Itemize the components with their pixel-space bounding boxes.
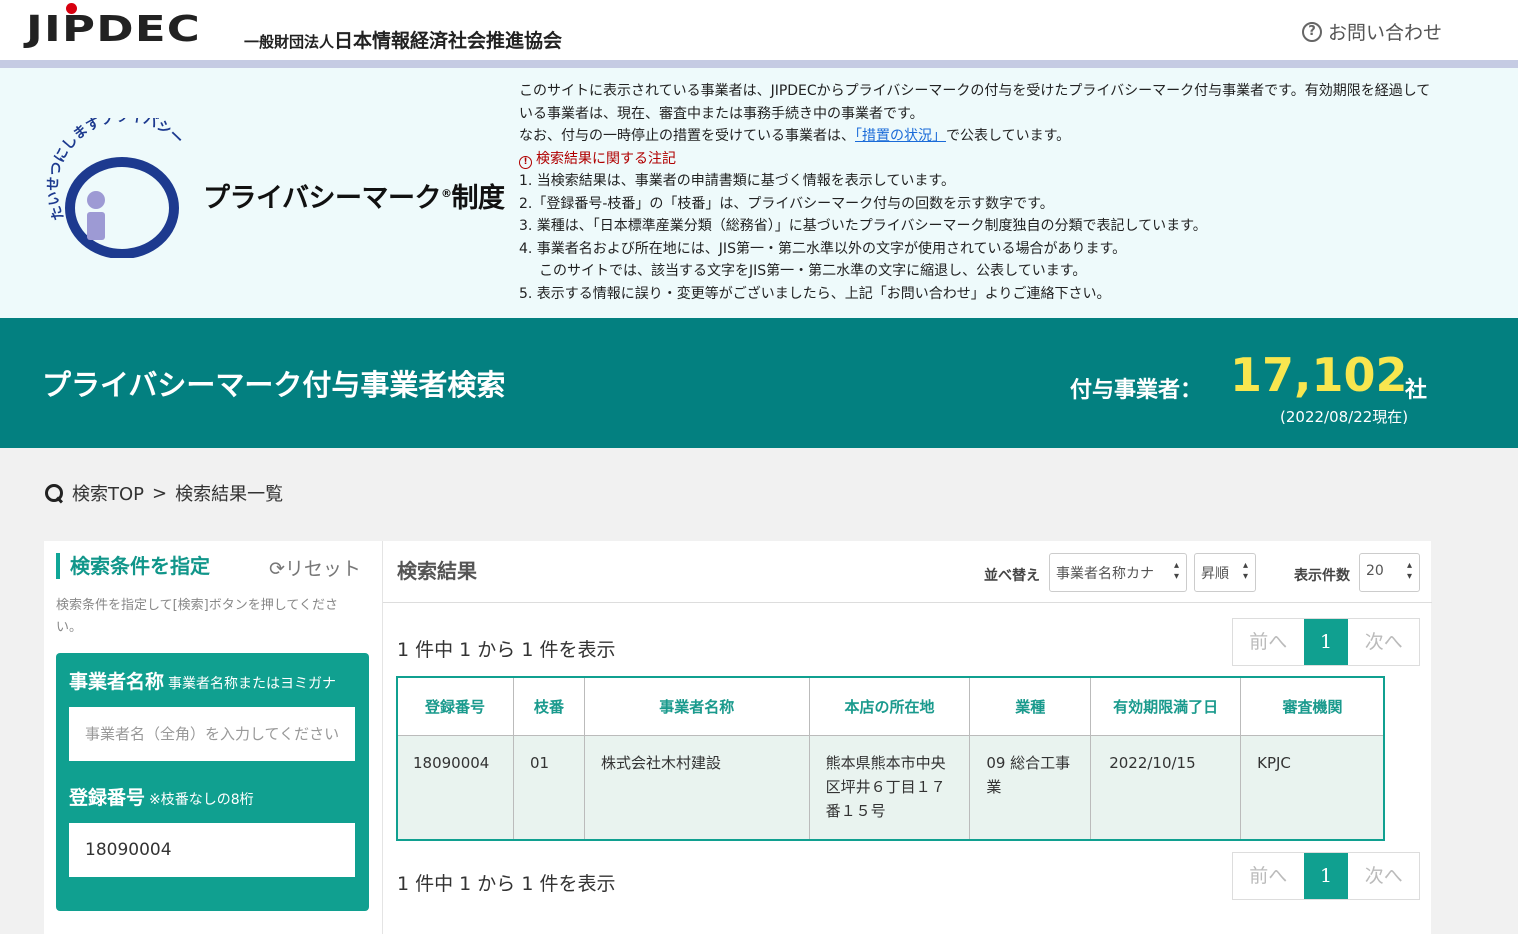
breadcrumb-separator: > (152, 482, 168, 504)
conditions-title: 検索条件を指定 (56, 553, 210, 579)
company-name-sublabel: 事業者名称またはヨミガナ (168, 676, 337, 692)
per-page-select[interactable]: 20 (1359, 553, 1420, 592)
contact-label: お問い合わせ (1328, 22, 1443, 44)
per-page-label: 表示件数 (1294, 568, 1350, 584)
registered-mark: ® (440, 187, 452, 200)
conditions-hint: 検索条件を指定して[検索]ボタンを押してください。 (56, 598, 338, 635)
current-page-button[interactable]: 1 (1303, 853, 1349, 899)
cell-branch: 01 (512, 735, 585, 840)
regno-input[interactable] (69, 823, 355, 877)
org-full-name: 日本情報経済社会推進協会 (334, 30, 563, 52)
breadcrumb-top[interactable]: 検索TOP (72, 480, 144, 506)
col-name: 事業者名称 (583, 676, 810, 736)
table-header-row: 登録番号 枝番 事業者名称 本店の所在地 業種 有効期限満了日 審査機関 (396, 676, 1385, 736)
notice-text: このサイトに表示されている事業者は、JIPDECからプライバシーマークの付与を受… (519, 80, 1439, 305)
notice-warning: ! 検索結果に関する注記 (519, 148, 1439, 171)
results-header: 検索結果 並べ替え 事業者名称カナ 昇順 表示件数 20 (383, 541, 1432, 603)
results-panel: 検索結果 並べ替え 事業者名称カナ 昇順 表示件数 20 1 件中 1 から 1… (382, 541, 1432, 934)
next-page-button[interactable]: 次へ (1348, 619, 1419, 665)
contact-link[interactable]: ? お問い合わせ (1302, 18, 1442, 45)
results-table: 登録番号 枝番 事業者名称 本店の所在地 業種 有効期限満了日 審査機関 180… (396, 676, 1385, 840)
col-industry: 業種 (969, 676, 1092, 736)
search-icon (44, 483, 64, 503)
regno-label: 登録番号 ※枝番なしの8桁 (69, 783, 254, 810)
current-page-button[interactable]: 1 (1303, 619, 1349, 665)
notice-item-4-cont: このサイトでは、該当する文字をJIS第一・第二水準の文字に縮退し、公表しています… (539, 263, 1087, 279)
company-name-label-text: 事業者名称 (69, 671, 165, 693)
notice-item-2: 2.「登録番号-枝番」の「枝番」は、プライバシーマーク付与の回数を示す数字です。 (519, 195, 1054, 212)
results-summary-bottom: 1 件中 1 から 1 件を表示 (397, 873, 616, 895)
results-summary-top: 1 件中 1 から 1 件を表示 (397, 639, 616, 661)
cell-regno: 18090004 (396, 735, 514, 840)
privacy-mark-logo: たいせつにしますプライバシー (45, 118, 186, 258)
breadcrumb-current: 検索結果一覧 (175, 484, 284, 505)
logo-red-dot (66, 3, 77, 14)
col-branch: 枝番 (512, 676, 585, 736)
prev-page-button[interactable]: 前へ (1233, 619, 1304, 665)
notice-line-2-pre: なお、付与の一時停止の措置を受けている事業者は、 (519, 128, 855, 144)
warning-heading: 検索結果に関する注記 (536, 150, 676, 167)
cell-name[interactable]: 株式会社木村建設 (583, 735, 810, 840)
org-name: 一般財団法人日本情報経済社会推進協会 (244, 26, 562, 53)
cell-expiry: 2022/10/15 (1090, 735, 1242, 840)
table-row: 18090004 01 株式会社木村建設 熊本県熊本市中央区坪井６丁目１７番１５… (396, 735, 1385, 840)
cell-agency: KPJC (1240, 735, 1385, 840)
count-as-of: (2022/08/22現在) (1280, 408, 1409, 426)
cell-address: 熊本県熊本市中央区坪井６丁目１７番１５号 (808, 735, 971, 840)
company-name-input[interactable] (69, 707, 355, 761)
col-agency: 審査機関 (1240, 676, 1385, 736)
next-page-button[interactable]: 次へ (1348, 853, 1419, 899)
col-address: 本店の所在地 (808, 676, 971, 736)
sort-select[interactable]: 事業者名称カナ (1049, 553, 1187, 592)
notice-line-2-post: で公表しています。 (946, 128, 1071, 144)
org-prefix: 一般財団法人 (244, 33, 335, 51)
pmark-title-main: プライバシーマーク (203, 183, 441, 214)
sort-label: 並べ替え (984, 568, 1040, 584)
reset-label: リセット (284, 558, 361, 580)
regno-sublabel: ※枝番なしの8桁 (149, 792, 254, 808)
cell-industry: 09 総合工事業 (969, 735, 1092, 840)
jipdec-logo[interactable]: JIPDEC (26, 10, 201, 50)
notice-item-1: 1. 当検索結果は、事業者の申請書類に基づく情報を表示しています。 (519, 173, 955, 189)
conditions-form: 事業者名称事業者名称またはヨミガナ 登録番号※枝番なしの8桁 (56, 653, 369, 911)
pagination-bottom: 前へ 1 次へ (1232, 852, 1420, 900)
breadcrumb: 検索TOP > 検索結果一覧 (44, 480, 283, 506)
prev-page-button[interactable]: 前へ (1233, 853, 1304, 899)
reset-button[interactable]: ⟳リセット (269, 554, 361, 581)
question-icon: ? (1302, 21, 1322, 42)
order-select[interactable]: 昇順 (1194, 553, 1256, 592)
notice-item-3: 3. 業種は、「日本標準産業分類（総務省）」に基づいたプライバシーマーク制度独自… (519, 218, 1207, 234)
search-banner: プライバシーマーク付与事業者検索 付与事業者： 17,102 社 (2022/0… (0, 318, 1518, 448)
search-conditions-panel: 検索条件を指定 ⟳リセット 検索条件を指定して[検索]ボタンを押してください。 … (44, 541, 382, 934)
site-header: JIPDEC 一般財団法人日本情報経済社会推進協会 ? お問い合わせ (0, 0, 1518, 60)
measures-status-link[interactable]: 「措置の状況」 (855, 128, 946, 144)
notice-line-1: このサイトに表示されている事業者は、JIPDECからプライバシーマークの付与を受… (519, 83, 1431, 122)
header-divider (0, 60, 1518, 68)
notice-item-5: 5. 表示する情報に誤り・変更等がございましたら、上記「お問い合わせ」よりご連絡… (519, 285, 1111, 302)
count-unit: 社 (1405, 378, 1428, 403)
exclamation-icon: ! (519, 155, 532, 169)
pmark-title-suffix: 制度 (451, 183, 505, 214)
results-title: 検索結果 (397, 559, 477, 583)
col-regno: 登録番号 (396, 676, 514, 736)
page-title: プライバシーマーク付与事業者検索 (42, 368, 506, 402)
count-label: 付与事業者： (1070, 378, 1203, 403)
notice-line-2: なお、付与の一時停止の措置を受けている事業者は、「措置の状況」で公表しています。 (519, 125, 1439, 148)
regno-label-text: 登録番号 (69, 787, 146, 809)
company-name-label: 事業者名称 事業者名称またはヨミガナ (69, 667, 336, 694)
info-band: たいせつにしますプライバシー プライバシーマーク®制度 このサイトに表示されてい… (0, 68, 1518, 318)
refresh-icon: ⟳ (269, 558, 285, 580)
pagination-top: 前へ 1 次へ (1232, 618, 1420, 666)
pmark-title: プライバシーマーク®制度 (203, 176, 505, 215)
notice-item-4: 4. 事業者名および所在地には、JIS第一・第二水準以外の文字が使用されている場… (519, 240, 1127, 257)
col-expiry: 有効期限満了日 (1090, 676, 1242, 736)
company-count: 17,102 (1230, 348, 1408, 402)
